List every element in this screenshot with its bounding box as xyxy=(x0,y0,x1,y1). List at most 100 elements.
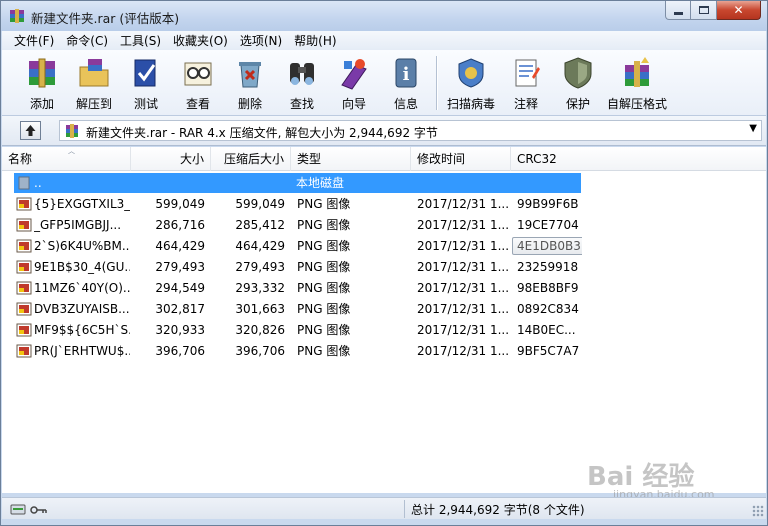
virus-scan-label: 扫描病毒 xyxy=(446,97,495,111)
png-image-icon xyxy=(16,281,32,295)
test-icon xyxy=(134,59,156,87)
file-packed-size: 464,429 xyxy=(235,239,285,253)
file-name: 2`S)6K4U%BM... xyxy=(34,239,130,253)
toolbar-separator xyxy=(436,56,438,110)
file-packed-size: 396,706 xyxy=(235,344,285,358)
sfx-button[interactable]: 自解压格式 xyxy=(604,50,670,116)
file-type: PNG 图像 xyxy=(297,323,351,337)
table-row[interactable]: _GFP5IMGBJJ... 286,716 285,412 PNG 图像 20… xyxy=(14,215,581,235)
add-label: 添加 xyxy=(29,97,54,111)
file-modified: 2017/12/31 1... xyxy=(417,323,510,337)
menu-options[interactable]: 选项(N) xyxy=(234,32,288,49)
menu-file[interactable]: 文件(F) xyxy=(8,32,60,49)
table-row[interactable]: DVB3ZUYAISB... 302,817 301,663 PNG 图像 20… xyxy=(14,299,581,319)
wizard-button[interactable]: 向导 xyxy=(328,50,380,116)
wizard-label: 向导 xyxy=(341,97,366,111)
file-size: 464,429 xyxy=(155,239,205,253)
minimize-button[interactable] xyxy=(665,1,691,20)
file-type: PNG 图像 xyxy=(297,218,351,232)
close-icon: ✕ xyxy=(733,3,744,17)
menu-commands[interactable]: 命令(C) xyxy=(60,32,114,49)
test-label: 测试 xyxy=(133,97,158,111)
parent-folder-row[interactable]: .. 本地磁盘 xyxy=(14,173,581,193)
png-image-icon xyxy=(16,218,32,232)
png-image-icon xyxy=(16,260,32,274)
file-type: PNG 图像 xyxy=(297,239,351,253)
find-label: 查找 xyxy=(289,97,314,111)
crc-tooltip-value: 4E1DB0B3 xyxy=(512,237,582,255)
header-modified[interactable]: 修改时间 xyxy=(411,147,511,171)
maximize-button[interactable] xyxy=(691,1,717,20)
table-row[interactable]: 9E1B$30_4(GU... 279,493 279,493 PNG 图像 2… xyxy=(14,257,581,277)
png-image-icon xyxy=(16,344,32,358)
file-size: 320,933 xyxy=(155,323,205,337)
file-name: DVB3ZUYAISB... xyxy=(34,302,130,316)
extract-to-button[interactable]: 解压到 xyxy=(68,50,120,116)
dropdown-arrow-icon[interactable]: ▼ xyxy=(749,123,757,134)
file-size: 302,817 xyxy=(155,302,205,316)
sfx-icon xyxy=(625,57,649,87)
file-name: 9E1B$30_4(GU... xyxy=(34,260,130,274)
drive-and-key-icon xyxy=(10,504,47,515)
header-crc32[interactable]: CRC32 xyxy=(511,147,581,171)
header-name[interactable]: 名称 ︿ xyxy=(2,147,131,171)
file-list: 名称 ︿ 大小 压缩后大小 类型 修改时间 CRC32 .. 本地磁盘 {5}E… xyxy=(2,147,766,493)
extract-to-label: 解压到 xyxy=(75,97,112,111)
file-size: 396,706 xyxy=(155,344,205,358)
header-packed-size[interactable]: 压缩后大小 xyxy=(211,147,291,171)
file-size: 599,049 xyxy=(155,197,205,211)
test-button[interactable]: 测试 xyxy=(120,50,172,116)
file-modified: 2017/12/31 1... xyxy=(417,302,510,316)
view-button[interactable]: 查看 xyxy=(172,50,224,116)
view-label: 查看 xyxy=(185,97,210,111)
protect-icon xyxy=(564,57,592,89)
png-image-icon xyxy=(16,239,32,253)
file-type: PNG 图像 xyxy=(297,302,351,316)
table-row[interactable]: PR(J`ERHTWU$... 396,706 396,706 PNG 图像 2… xyxy=(14,341,581,361)
file-crc: 9BF5C7A7 xyxy=(517,344,580,358)
comment-button[interactable]: 注释 xyxy=(500,50,552,116)
file-crc: 19CE7704 xyxy=(517,218,579,232)
file-modified: 2017/12/31 1... xyxy=(417,197,510,211)
wizard-icon xyxy=(341,59,367,90)
delete-label: 删除 xyxy=(237,97,262,111)
file-modified: 2017/12/31 1... xyxy=(417,218,510,232)
menu-favorites[interactable]: 收藏夹(O) xyxy=(167,32,234,49)
title-bar: 新建文件夹.rar (评估版本) ✕ xyxy=(1,1,767,31)
menu-help[interactable]: 帮助(H) xyxy=(288,32,342,49)
extract-to-icon xyxy=(79,59,109,87)
info-button[interactable]: i 信息 xyxy=(380,50,432,116)
file-name: {5}EXGGTXIL3_... xyxy=(34,197,130,211)
resize-grip[interactable] xyxy=(752,505,764,517)
file-size: 279,493 xyxy=(155,260,205,274)
add-button[interactable]: 添加 xyxy=(16,50,68,116)
table-row[interactable]: 2`S)6K4U%BM... 464,429 464,429 PNG 图像 20… xyxy=(14,236,582,256)
virus-scan-button[interactable]: 扫描病毒 xyxy=(442,50,500,116)
address-bar: 新建文件夹.rar - RAR 4.x 压缩文件, 解包大小为 2,944,69… xyxy=(2,116,766,146)
status-summary: 总计 2,944,692 字节(8 个文件) xyxy=(411,503,585,517)
delete-button[interactable]: 删除 xyxy=(224,50,276,116)
path-dropdown[interactable]: 新建文件夹.rar - RAR 4.x 压缩文件, 解包大小为 2,944,69… xyxy=(59,120,762,141)
up-arrow-icon xyxy=(25,125,36,136)
find-button[interactable]: 查找 xyxy=(276,50,328,116)
archive-path: 新建文件夹.rar - RAR 4.x 压缩文件, 解包大小为 2,944,69… xyxy=(86,126,438,140)
window-controls: ✕ xyxy=(665,1,761,21)
comment-label: 注释 xyxy=(513,97,538,111)
header-size[interactable]: 大小 xyxy=(131,147,211,171)
file-name: 11MZ6`40Y(O)... xyxy=(34,281,130,295)
table-row[interactable]: 11MZ6`40Y(O)... 294,549 293,332 PNG 图像 2… xyxy=(14,278,581,298)
window-title: 新建文件夹.rar (评估版本) xyxy=(31,11,180,26)
status-bar: 总计 2,944,692 字节(8 个文件) xyxy=(2,497,766,519)
table-row[interactable]: MF9$${6C5H`S... 320,933 320,826 PNG 图像 2… xyxy=(14,320,581,340)
file-crc-tooltip: 4E1DB0B3 xyxy=(512,236,582,256)
file-modified: 2017/12/31 1... xyxy=(417,260,510,274)
menu-tools[interactable]: 工具(S) xyxy=(114,32,167,49)
table-row[interactable]: {5}EXGGTXIL3_... 599,049 599,049 PNG 图像 … xyxy=(14,194,581,214)
up-folder-button[interactable] xyxy=(20,121,41,140)
protect-button[interactable]: 保护 xyxy=(552,50,604,116)
file-type: PNG 图像 xyxy=(297,260,351,274)
close-button[interactable]: ✕ xyxy=(717,1,761,20)
menu-bar: 文件(F) 命令(C) 工具(S) 收藏夹(O) 选项(N) 帮助(H) xyxy=(2,31,766,50)
header-type[interactable]: 类型 xyxy=(291,147,411,171)
parent-folder-name: .. xyxy=(34,176,42,190)
